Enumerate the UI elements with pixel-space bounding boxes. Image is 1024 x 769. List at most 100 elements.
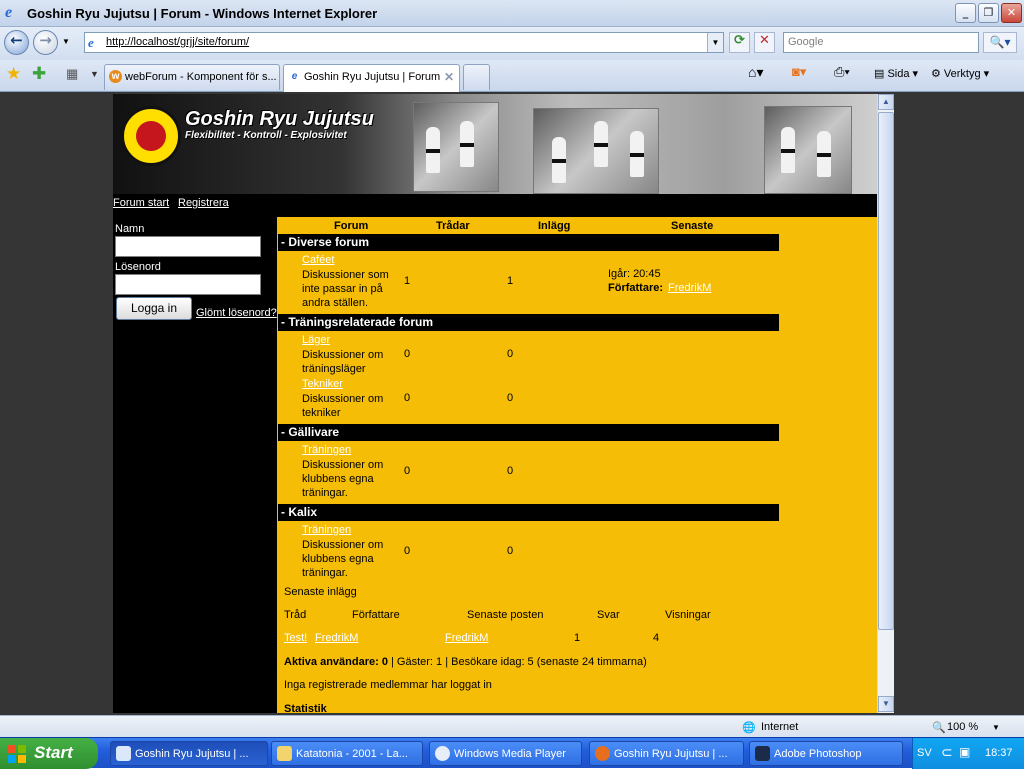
system-tray: SV ⊂ ▣ 18:37 <box>912 738 1024 769</box>
post-count: 0 <box>507 348 514 360</box>
forum-link[interactable]: Tekniker <box>302 378 343 390</box>
latest-author-link[interactable]: FredrikM <box>315 632 358 644</box>
forgot-password-link[interactable]: Glömt lösenord? <box>196 307 277 319</box>
tools-menu[interactable]: ⚙ Verktyg ▾ <box>931 67 989 80</box>
media-player-icon <box>435 746 450 761</box>
name-input[interactable] <box>115 236 261 257</box>
club-logo <box>121 106 181 166</box>
site-banner: Goshin Ryu Jujutsu Flexibilitet - Kontro… <box>113 94 877 194</box>
latest-time: Igår: 20:45 <box>608 268 661 280</box>
forum-start-link[interactable]: Forum start <box>113 197 169 209</box>
address-input[interactable]: e http://localhost/grjj/site/forum/ ▼ <box>84 32 724 53</box>
close-window-button[interactable]: ✕ <box>1001 3 1022 23</box>
latest-author-label: Författare: <box>608 282 664 294</box>
name-label: Namn <box>115 223 145 235</box>
search-input[interactable]: Google <box>783 32 979 53</box>
no-members-text: Inga registrerade medlemmar har loggat i… <box>284 679 492 691</box>
statistics-heading: Statistik <box>284 703 327 715</box>
col-header-threads: Trådar <box>436 220 470 232</box>
tab-ie-icon: e <box>291 71 298 82</box>
latest-col-header: Senaste posten <box>467 609 544 621</box>
tab-goshin-forum[interactable]: e Goshin Ryu Jujutsu | Forum ✕ <box>283 64 460 92</box>
latest-col-header: Visningar <box>665 609 711 621</box>
photoshop-icon <box>755 746 770 761</box>
thread-count: 1 <box>404 275 411 287</box>
latest-replies: 1 <box>574 632 581 644</box>
network-icon[interactable]: ▣ <box>959 745 970 759</box>
tab-list-dropdown-icon[interactable]: ▼ <box>90 63 99 85</box>
taskbar-item-firefox[interactable]: Goshin Ryu Jujutsu | ... <box>589 741 744 766</box>
ie-icon <box>116 746 131 761</box>
history-dropdown-icon[interactable]: ▼ <box>62 37 70 46</box>
register-link[interactable]: Registrera <box>178 197 229 209</box>
page-menu[interactable]: ▤ Sida ▾ <box>874 67 918 80</box>
forum-link[interactable]: Läger <box>302 334 330 346</box>
forward-button[interactable]: → <box>33 30 58 55</box>
language-indicator[interactable]: SV <box>917 747 932 759</box>
minimize-button[interactable]: _ <box>955 3 976 23</box>
latest-thread-link[interactable]: Test! <box>284 632 307 644</box>
thread-count: 0 <box>404 545 411 557</box>
taskbar-label: Windows Media Player <box>454 748 566 760</box>
password-input[interactable] <box>115 274 261 295</box>
banner-photo <box>533 108 659 194</box>
tab-site-icon: w <box>109 70 122 83</box>
forum-main: Forum Trådar Inlägg Senaste - Diverse fo… <box>277 217 877 715</box>
zoom-icon[interactable]: 🔍 <box>932 721 946 734</box>
feeds-icon[interactable]: ◙▾ <box>792 64 806 80</box>
refresh-button[interactable]: ⟳ <box>729 32 750 53</box>
taskbar-item-photoshop[interactable]: Adobe Photoshop <box>749 741 903 766</box>
category-header: - Gällivare <box>278 424 779 441</box>
site-tagline: Flexibilitet - Kontroll - Explosivitet <box>185 130 347 141</box>
login-button[interactable]: Logga in <box>116 297 192 320</box>
taskbar-label: Goshin Ryu Jujutsu | ... <box>135 748 249 760</box>
back-button[interactable]: ← <box>4 30 29 55</box>
stop-button[interactable]: ✕ <box>754 32 775 53</box>
forum-description: Diskussioner som inte passar in på andra… <box>302 269 389 309</box>
home-icon[interactable]: ⌂▾ <box>748 64 763 81</box>
forum-link[interactable]: Träningen <box>302 444 351 456</box>
windows-flag-icon <box>8 745 26 763</box>
taskbar-item-wmp[interactable]: Windows Media Player <box>429 741 582 766</box>
category-header: - Diverse forum <box>278 234 779 251</box>
taskbar-label: Adobe Photoshop <box>774 748 862 760</box>
tray-arrow-icon[interactable]: ⊂ <box>941 744 953 761</box>
address-url: http://localhost/grjj/site/forum/ <box>106 36 250 48</box>
vertical-scrollbar[interactable]: ▲ ▼ <box>877 94 894 713</box>
search-button[interactable]: 🔍▾ <box>983 32 1017 53</box>
zoom-level[interactable]: 100 % <box>947 721 978 733</box>
taskbar-item-ie[interactable]: Goshin Ryu Jujutsu | ... <box>110 741 268 766</box>
scroll-down-icon[interactable]: ▼ <box>878 696 894 712</box>
taskbar-item-folder[interactable]: Katatonia - 2001 - La... <box>271 741 423 766</box>
tab-webforum[interactable]: w webForum - Komponent för s... <box>104 64 280 90</box>
password-label: Lösenord <box>115 261 161 273</box>
forum-link[interactable]: Träningen <box>302 524 351 536</box>
scroll-up-icon[interactable]: ▲ <box>878 94 894 110</box>
post-count: 0 <box>507 392 514 404</box>
start-button[interactable]: Start <box>0 738 98 769</box>
page-menu-label: Sida <box>887 68 910 80</box>
category-header: - Träningsrelaterade forum <box>278 314 779 331</box>
latest-author-link[interactable]: FredrikM <box>668 282 711 294</box>
close-tab-icon[interactable]: ✕ <box>444 70 454 84</box>
zoom-dropdown-icon[interactable]: ▼ <box>992 723 1000 732</box>
scroll-thumb[interactable] <box>878 112 894 630</box>
latest-lastpost-link[interactable]: FredrikM <box>445 632 488 644</box>
col-header-latest: Senaste <box>671 220 714 232</box>
active-users-rest: | Gäster: 1 | Besökare idag: 5 (senaste … <box>387 656 647 668</box>
active-users-label: Aktiva användare: 0 <box>284 656 388 668</box>
forum-description: Diskussioner om tekniker <box>302 393 384 419</box>
forum-link[interactable]: Caféet <box>302 254 334 266</box>
favorites-star-icon[interactable]: ★ <box>6 63 21 85</box>
address-dropdown-icon[interactable]: ▼ <box>707 33 723 52</box>
post-count: 1 <box>507 275 514 287</box>
forum-description: Diskussioner om träningsläger <box>302 349 384 375</box>
quick-tabs-icon[interactable]: ▦ <box>66 63 78 85</box>
post-count: 0 <box>507 545 514 557</box>
add-favorite-icon[interactable]: ✚ <box>32 63 46 85</box>
forum-description: Diskussioner om klubbens egna träningar. <box>302 459 384 499</box>
taskbar-label: Katatonia - 2001 - La... <box>296 748 408 760</box>
print-icon[interactable]: ⎙▾ <box>834 64 850 80</box>
restore-button[interactable]: ❐ <box>978 3 999 23</box>
new-tab-button[interactable] <box>463 64 490 90</box>
